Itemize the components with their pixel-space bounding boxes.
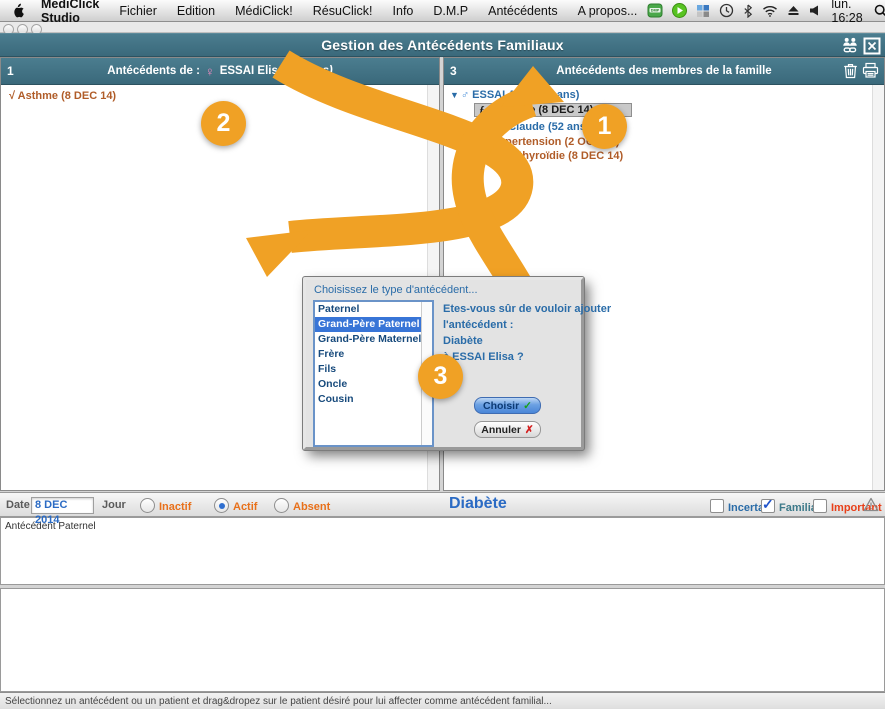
date-field[interactable]: 8 DEC 2014 (31, 497, 94, 514)
family-panel-header: 3 Antécédents des membres de la famille (444, 58, 884, 85)
check-icon: ✓ (523, 400, 532, 412)
antecedent-type-listbox[interactable]: Paternel Grand-Père Paternel Grand-Père … (313, 300, 434, 447)
menu-fichier[interactable]: Fichier (109, 4, 167, 18)
choisir-button[interactable]: Choisir✓ (474, 397, 541, 414)
warning-icon (863, 497, 879, 512)
radio-actif-circle[interactable] (214, 498, 229, 513)
patient-panel-title: Antécédents de : (107, 65, 200, 77)
antecedent-item-asthme[interactable]: √ Asthme (8 DEC 14) (9, 90, 116, 102)
menu-antecedents[interactable]: Antécédents (478, 4, 568, 18)
list-option-paternel[interactable]: Paternel (315, 302, 432, 317)
step-badge-1: 1 (582, 104, 627, 149)
jour-label: Jour (102, 499, 126, 511)
male-gender-icon: ♂ (461, 89, 469, 101)
radio-actif[interactable]: Actif (214, 497, 257, 515)
checkbox-familial[interactable]: Familial (761, 498, 820, 516)
apple-menu-icon[interactable] (0, 3, 31, 18)
eject-icon[interactable] (787, 4, 800, 17)
menu-clock[interactable]: lun. 16:28 (829, 0, 864, 25)
panel-number-1: 1 (7, 64, 14, 78)
menu-apropos[interactable]: A propos... (568, 4, 648, 18)
antecedent-comment-field[interactable] (0, 588, 885, 692)
tree-antecedent-hypothyroidie[interactable]: √ Hypothyroïdie (8 DEC 14) (482, 150, 623, 162)
bluetooth-icon[interactable] (743, 4, 753, 18)
step-badge-2: 2 (201, 101, 246, 146)
list-option-frere[interactable]: Frère (315, 347, 432, 362)
annuler-button[interactable]: Annuler✗ (474, 421, 541, 438)
disclosure-triangle-icon[interactable]: ▼ (450, 122, 459, 132)
dialog-title: Choisissez le type d'antécédent... (314, 284, 478, 296)
tree-member-claude[interactable]: ▼♀ESSAI Claude (52 ans) (450, 121, 590, 133)
app-title-bar: Gestion des Antécédents Familiaux (0, 33, 885, 57)
patient-name: ESSAI Elisa (220, 65, 285, 77)
spotlight-search-icon[interactable] (874, 4, 885, 18)
list-option-grand-pere-paternel[interactable]: Grand-Père Paternel (315, 317, 432, 332)
menu-info[interactable]: Info (383, 4, 424, 18)
list-option-grand-pere-maternel[interactable]: Grand-Père Maternel (315, 332, 432, 347)
radio-absent-circle[interactable] (274, 498, 289, 513)
antecedent-detail-toolbar: Date : 8 DEC 2014 Jour Inactif Actif Abs… (0, 492, 885, 517)
menu-mediclick[interactable]: MédiClick! (225, 4, 303, 18)
antecedent-note-field[interactable]: Antécédent Paternel (0, 517, 885, 585)
list-option-fils[interactable]: Fils (315, 362, 432, 377)
radio-inactif-circle[interactable] (140, 498, 155, 513)
mediclick-window: MediClick Studio Fichier Edition MédiCli… (0, 0, 885, 709)
step-badge-3: 3 (418, 354, 463, 399)
menu-app-name[interactable]: MediClick Studio (31, 0, 109, 25)
patient-age: (23 ans) (289, 65, 332, 77)
familial-checkbox[interactable] (761, 499, 775, 513)
cross-icon: ✗ (525, 424, 534, 436)
menu-edition[interactable]: Edition (167, 4, 225, 18)
trash-icon[interactable] (843, 62, 858, 79)
time-machine-icon[interactable] (719, 3, 734, 18)
status-bar: Sélectionnez un antécédent ou un patient… (0, 692, 885, 709)
svg-text:DMP: DMP (651, 9, 660, 13)
play-status-icon[interactable] (672, 3, 687, 18)
grid-status-icon[interactable] (696, 4, 710, 18)
panel-number-3: 3 (450, 64, 457, 78)
patient-panel-header: 1 Antécédents de : ♀ ESSAI Elisa (23 ans… (1, 58, 439, 85)
female-gender-icon: ♀ (205, 64, 215, 79)
menu-resuclick[interactable]: RésuClick! (303, 4, 383, 18)
antecedent-title: Diabète (449, 495, 507, 513)
family-link-icon[interactable] (841, 36, 859, 55)
wifi-icon[interactable] (762, 5, 778, 17)
important-checkbox[interactable] (813, 499, 827, 513)
list-option-cousin[interactable]: Cousin (315, 392, 432, 407)
incertain-checkbox[interactable] (710, 499, 724, 513)
tree-member-alain[interactable]: ▼♂ESSAI Alain (55 ans) (450, 89, 579, 101)
right-panel-scrollbar[interactable] (872, 85, 884, 490)
dmp-status-icon[interactable]: DMP (647, 3, 663, 18)
dialog-message: Etes-vous sûr de vouloir ajouter l'antéc… (443, 301, 611, 365)
volume-icon[interactable] (809, 4, 820, 17)
disclosure-triangle-icon[interactable]: ▼ (450, 90, 459, 100)
list-option-oncle[interactable]: Oncle (315, 377, 432, 392)
radio-inactif[interactable]: Inactif (140, 497, 191, 515)
close-window-icon[interactable] (863, 36, 881, 55)
menu-dmp[interactable]: D.M.P (423, 4, 478, 18)
radio-absent[interactable]: Absent (274, 497, 330, 515)
mac-menu-bar: MediClick Studio Fichier Edition MédiCli… (0, 0, 885, 22)
female-gender-icon: ♀ (461, 121, 469, 133)
family-panel-title: Antécédents des membres de la famille (556, 65, 771, 77)
page-title: Gestion des Antécédents Familiaux (321, 37, 564, 53)
status-message: Sélectionnez un antécédent ou un patient… (5, 696, 552, 707)
print-icon[interactable] (862, 62, 879, 79)
